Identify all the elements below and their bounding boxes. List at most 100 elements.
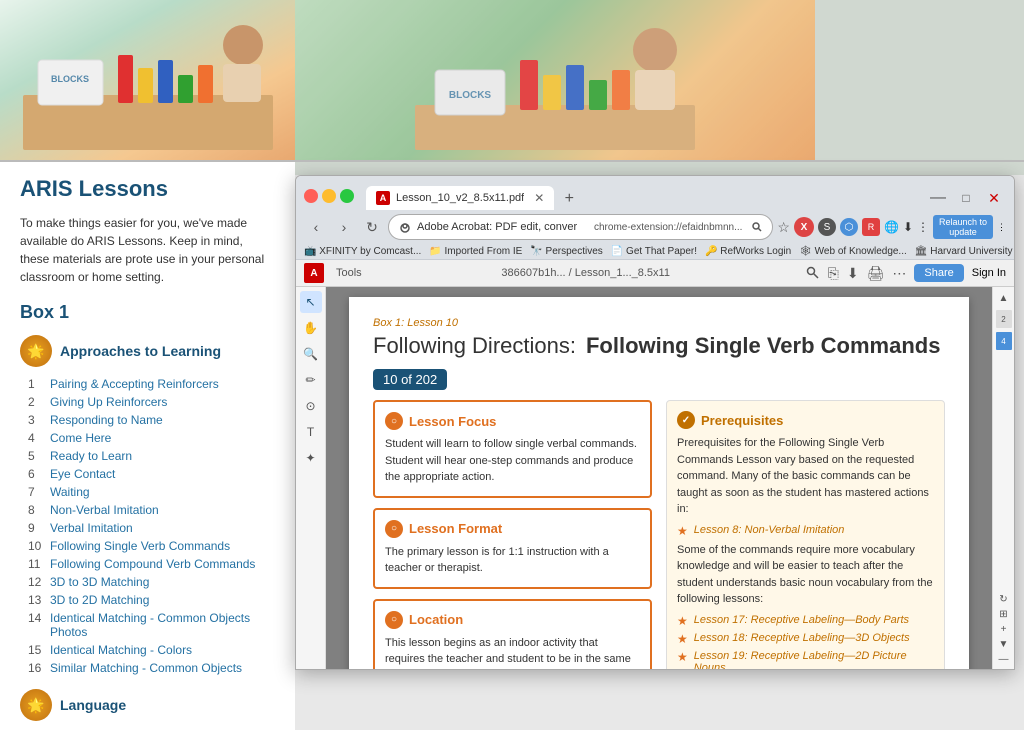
- bookmark-item[interactable]: 📺 XFINITY by Comcast...: [304, 246, 421, 257]
- lesson-format-icon: ○: [385, 520, 403, 538]
- back-button[interactable]: ‹: [304, 215, 328, 239]
- bookmark-item[interactable]: 📁 Imported From IE: [429, 246, 522, 257]
- lesson-link-following-single[interactable]: Following Single Verb Commands: [50, 539, 230, 553]
- url-text: Adobe Acrobat: PDF edit, conver: [417, 221, 588, 233]
- pdf-col-left: ○ Lesson Focus Student will learn to fol…: [373, 400, 652, 669]
- lesson-link-following-compound[interactable]: Following Compound Verb Commands: [50, 557, 255, 571]
- pdf-stamp-tool[interactable]: ✦: [300, 447, 322, 469]
- prerequisites-label: Prerequisites: [701, 413, 783, 428]
- section1-label: Approaches to Learning: [60, 343, 221, 359]
- lesson-link[interactable]: Ready to Learn: [50, 449, 132, 463]
- title-bar: A Lesson_10_v2_8.5x11.pdf ✕ + — □ ✕: [296, 176, 1014, 210]
- location-box: ○ Location This lesson begins as an indo…: [373, 599, 652, 670]
- lesson-link[interactable]: Identical Matching - Colors: [50, 643, 192, 657]
- reload-button[interactable]: ↻: [360, 215, 384, 239]
- url-bar[interactable]: Adobe Acrobat: PDF edit, conver chrome-e…: [388, 214, 773, 240]
- share-button[interactable]: Share: [914, 264, 963, 282]
- page-thumb-2[interactable]: 2: [996, 310, 1012, 328]
- forward-button[interactable]: ›: [332, 215, 356, 239]
- pdf-nav-up[interactable]: ▲: [997, 291, 1011, 306]
- tools-button[interactable]: Tools: [332, 265, 366, 281]
- lesson-link[interactable]: Verbal Imitation: [50, 521, 133, 535]
- relaunch-button[interactable]: Relaunch to update: [933, 215, 993, 239]
- svg-text:BLOCKS: BLOCKS: [51, 74, 89, 84]
- pdf-more-icon[interactable]: ⋯: [892, 265, 906, 282]
- new-tab-button[interactable]: +: [558, 188, 580, 210]
- list-item: 6Eye Contact: [28, 465, 275, 483]
- bookmark-item[interactable]: 🔑 RefWorks Login: [705, 246, 791, 257]
- pdf-highlight-tool[interactable]: ⊙: [300, 395, 322, 417]
- lesson-link[interactable]: Similar Matching - Common Objects: [50, 661, 242, 675]
- lesson-link[interactable]: Pairing & Accepting Reinforcers: [50, 377, 219, 391]
- pdf-copy-icon[interactable]: ⎘: [828, 265, 839, 282]
- list-item: 3Responding to Name: [28, 411, 275, 429]
- menu-icon[interactable]: ⋮: [917, 220, 929, 234]
- active-tab[interactable]: A Lesson_10_v2_8.5x11.pdf ✕: [366, 186, 554, 210]
- list-item: 9Verbal Imitation: [28, 519, 275, 537]
- lesson-link[interactable]: Eye Contact: [50, 467, 115, 481]
- lesson-link[interactable]: 3D to 3D Matching: [50, 575, 149, 589]
- pdf-layers-icon[interactable]: ⊞: [999, 609, 1007, 620]
- pdf-title-bold: Following Single Verb Commands: [586, 333, 940, 359]
- extension-icon-4[interactable]: R: [862, 218, 880, 236]
- prereq-additional-text: Some of the commands require more vocabu…: [677, 542, 934, 608]
- pdf-annotate-tool[interactable]: ✏: [300, 369, 322, 391]
- star-item-1: ★ Lesson 8: Non-Verbal Imitation: [677, 524, 934, 538]
- search-icon: [752, 222, 762, 232]
- pdf-download-icon[interactable]: ⬇: [847, 265, 859, 282]
- bookmark-item[interactable]: 🕸 Web of Knowledge...: [799, 246, 907, 257]
- hero-image: BLOCKS: [0, 0, 295, 160]
- extension-icon-5[interactable]: 🌐: [884, 220, 899, 234]
- pdf-zoom-tool[interactable]: 🔍: [300, 343, 322, 365]
- aris-title: ARIS Lessons: [20, 176, 275, 202]
- prerequisites-intro: Prerequisites for the Following Single V…: [677, 435, 934, 518]
- bookmark-item[interactable]: 📄 Get That Paper!: [611, 246, 697, 257]
- location-label: Location: [409, 612, 463, 627]
- bookmark-item[interactable]: 🏛 Harvard University P...: [915, 246, 1014, 257]
- pdf-main[interactable]: Box 1: Lesson 10 Following Directions: F…: [326, 287, 992, 669]
- window-close-btn2[interactable]: ✕: [982, 186, 1006, 210]
- list-item: 123D to 3D Matching: [28, 573, 275, 591]
- pdf-cursor-tool[interactable]: ↖: [300, 291, 322, 313]
- list-item: 11Following Compound Verb Commands: [28, 555, 275, 573]
- tab-close-button[interactable]: ✕: [534, 191, 544, 205]
- signin-link[interactable]: Sign In: [972, 267, 1006, 279]
- pdf-print-icon[interactable]: 🖨: [867, 265, 885, 282]
- pdf-zoom-out-icon[interactable]: —: [999, 654, 1009, 665]
- download-icon[interactable]: ⬇: [903, 220, 913, 234]
- pdf-hand-tool[interactable]: ✋: [300, 317, 322, 339]
- extension-icon-2[interactable]: S: [818, 218, 836, 236]
- lesson-link-come-here[interactable]: Come Here: [50, 431, 111, 445]
- window-close-button[interactable]: [304, 189, 318, 203]
- extension-icon-3[interactable]: ⬡: [840, 218, 858, 236]
- lesson-link[interactable]: 3D to 2D Matching: [50, 593, 149, 607]
- lesson-link-waiting[interactable]: Waiting: [50, 485, 90, 499]
- lesson-link-responding-name[interactable]: Responding to Name: [50, 413, 163, 427]
- pdf-zoom-in-icon[interactable]: +: [1001, 624, 1007, 635]
- pdf-refresh-icon[interactable]: ↻: [999, 594, 1007, 605]
- pdf-search-icon[interactable]: [806, 266, 820, 280]
- lesson-focus-text: Student will learn to follow single verb…: [385, 436, 640, 486]
- location-title: ○ Location: [385, 611, 640, 629]
- bookmark-star-icon[interactable]: ☆: [777, 219, 790, 236]
- lesson-link[interactable]: Giving Up Reinforcers: [50, 395, 167, 409]
- window-minimize-button[interactable]: [322, 189, 336, 203]
- page-divider: [0, 160, 1024, 162]
- pdf-text-tool[interactable]: T: [300, 421, 322, 443]
- lock-icon: [399, 221, 411, 233]
- page-thumb-4[interactable]: 4: [996, 332, 1012, 350]
- list-item: 133D to 2D Matching: [28, 591, 275, 609]
- tab-title: Lesson_10_v2_8.5x11.pdf: [396, 192, 524, 204]
- window-maximize-button[interactable]: [340, 189, 354, 203]
- bookmark-item[interactable]: 🔭 Perspectives: [530, 246, 602, 257]
- lesson-link[interactable]: Non-Verbal Imitation: [50, 503, 159, 517]
- lesson-link-identical-matching[interactable]: Identical Matching - Common Objects Phot…: [50, 611, 275, 639]
- window-minimize-btn2[interactable]: —: [926, 186, 950, 210]
- list-item: 16Similar Matching - Common Objects: [28, 659, 275, 677]
- window-restore-btn[interactable]: □: [954, 186, 978, 210]
- relaunch-menu-icon[interactable]: ⋮: [997, 222, 1006, 233]
- pdf-left-sidebar: ↖ ✋ 🔍 ✏ ⊙ T ✦: [296, 287, 326, 669]
- pdf-nav-down[interactable]: ▼: [999, 639, 1009, 650]
- extension-icon-1[interactable]: X: [794, 217, 814, 237]
- list-item: 2Giving Up Reinforcers: [28, 393, 275, 411]
